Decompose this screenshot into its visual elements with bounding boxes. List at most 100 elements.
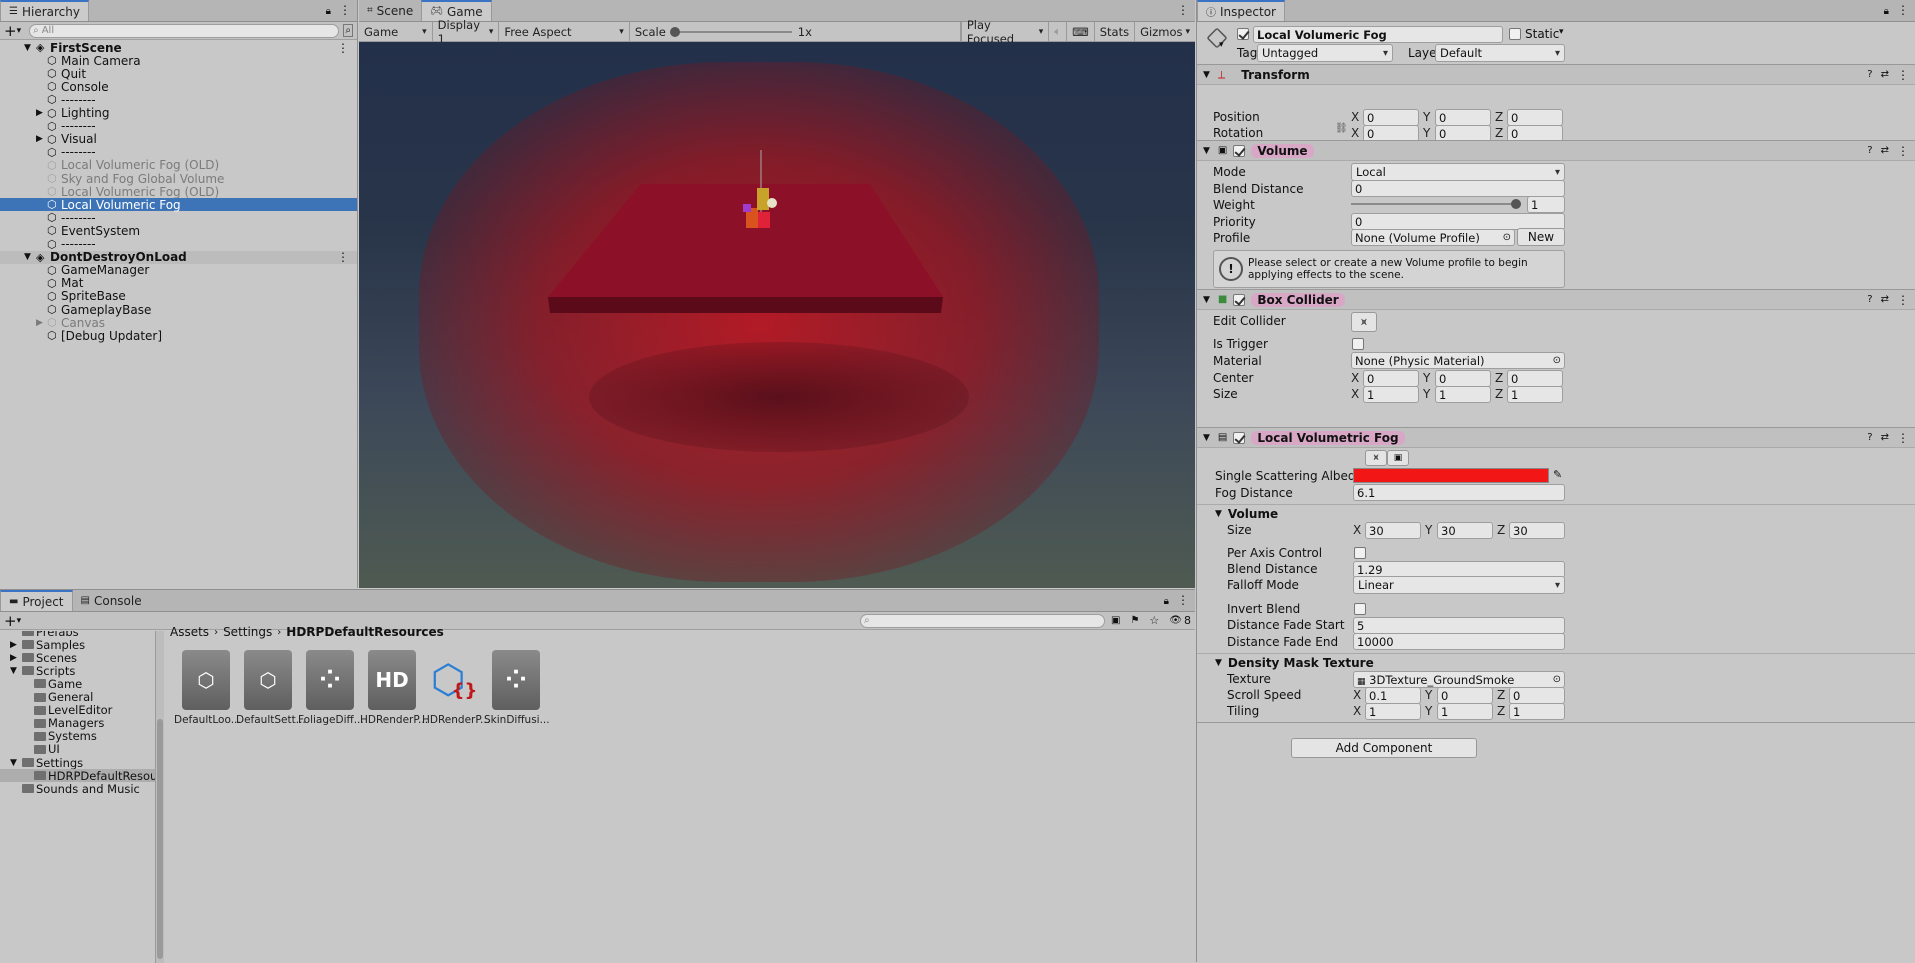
add-icon[interactable]: + (4, 23, 17, 38)
fog-size-x-field[interactable]: 30 (1365, 522, 1421, 539)
center-y-field[interactable]: 0 (1435, 370, 1491, 387)
presets-icon[interactable]: ⇄ (1881, 432, 1889, 443)
project-search-input[interactable]: ⌕ (860, 613, 1105, 628)
weight-slider[interactable] (1351, 198, 1521, 210)
tiling-z-field[interactable]: 1 (1509, 703, 1565, 720)
fog-header[interactable]: ▼ ▤ Local Volumetric Fog ? ⇄ ⋮ (1197, 427, 1915, 448)
object-name-field[interactable]: Local Volumeric Fog (1253, 26, 1503, 43)
edit-collider-button[interactable]: ⩙ (1351, 312, 1377, 332)
position-z-field[interactable]: 0 (1507, 109, 1563, 126)
hierarchy-item[interactable]: ▶ ⬡ Canvas (0, 316, 357, 330)
size-z-field[interactable]: 1 (1507, 386, 1563, 403)
asset-item[interactable]: HD HDRenderP... (360, 650, 428, 726)
asset-item[interactable]: ⬡ DefaultSett... (236, 650, 306, 726)
foldout-open-icon[interactable]: ▼ (24, 43, 31, 53)
foldout-arrow-icon[interactable]: ▼ (1203, 146, 1210, 156)
albedo-color-field[interactable] (1353, 468, 1549, 483)
foldout-closed-icon[interactable]: ▶ (36, 134, 43, 144)
hierarchy-item[interactable]: ⬡ Quit (0, 67, 357, 81)
project-folder-item[interactable]: Game (0, 677, 155, 691)
tab-project[interactable]: ▬ Project (0, 590, 73, 611)
stats-button[interactable]: Stats (1095, 21, 1136, 42)
tiling-x-field[interactable]: 1 (1365, 703, 1421, 720)
fog-edit-blend-button[interactable]: ▣ (1387, 450, 1409, 466)
project-folder-item[interactable]: ▼ Settings (0, 756, 155, 770)
fog-enabled-checkbox[interactable] (1233, 431, 1246, 444)
component-menu-icon[interactable]: ⋮ (1897, 144, 1909, 158)
hierarchy-item[interactable]: ⬡ SpriteBase (0, 289, 357, 303)
volume-section-header[interactable]: ▼ Volume (1197, 504, 1915, 523)
scene-row[interactable]: ▼ ◈ DontDestroyOnLoad ⋮ (0, 250, 357, 264)
foldout-closed-icon[interactable]: ▶ (10, 653, 17, 663)
asset-item[interactable]: ⬡{} HDRenderP... (422, 650, 490, 726)
chevron-down-icon[interactable]: ▾ (1219, 40, 1224, 50)
mode-dropdown[interactable]: Local (1351, 163, 1565, 181)
presets-icon[interactable]: ⇄ (1881, 145, 1889, 156)
hierarchy-item[interactable]: ⬡ -------- (0, 93, 357, 107)
hierarchy-item[interactable]: ⬡ Mat (0, 276, 357, 290)
scroll-speed-z-field[interactable]: 0 (1509, 687, 1565, 704)
search-by-type-icon[interactable]: ▣ (1111, 615, 1120, 626)
box-collider-header[interactable]: ▼ ■ Box Collider ? ⇄ ⋮ (1197, 289, 1915, 310)
foldout-open-icon[interactable]: ▼ (10, 666, 17, 676)
scene-row[interactable]: ▼ ◈ FirstScene ⋮ (0, 41, 357, 55)
foldout-arrow-icon[interactable]: ▼ (1203, 295, 1210, 305)
center-z-field[interactable]: 0 (1507, 370, 1563, 387)
more-menu-icon[interactable]: ⋮ (339, 3, 351, 17)
density-mask-section-header[interactable]: ▼ Density Mask Texture (1197, 653, 1915, 672)
project-folder-item[interactable]: Managers (0, 716, 155, 730)
object-picker-icon[interactable]: ⊙ (1503, 232, 1511, 243)
volume-enabled-checkbox[interactable] (1233, 144, 1246, 157)
hierarchy-item[interactable]: ⬡ Sky and Fog Global Volume (0, 172, 357, 186)
aspect-dropdown[interactable]: Free Aspect ▾ (499, 21, 630, 42)
project-folder-item[interactable]: UI (0, 742, 155, 756)
fade-start-field[interactable]: 5 (1353, 617, 1565, 634)
fog-edit-bounds-button[interactable]: ⩙ (1365, 450, 1387, 466)
breadcrumb-current[interactable]: HDRPDefaultResources (286, 625, 443, 639)
is-trigger-checkbox[interactable] (1352, 338, 1364, 350)
hierarchy-item[interactable]: ⬡ GameplayBase (0, 303, 357, 317)
weight-field[interactable]: 1 (1527, 196, 1565, 213)
fade-end-field[interactable]: 10000 (1353, 633, 1565, 650)
mute-audio-button[interactable]: 🔈︎ (1049, 21, 1068, 42)
hierarchy-item[interactable]: ⬡ Main Camera (0, 54, 357, 68)
more-menu-icon[interactable]: ⋮ (1177, 3, 1189, 17)
foldout-arrow-icon[interactable]: ▼ (1203, 433, 1210, 443)
favorite-star-icon[interactable]: ☆ (1149, 614, 1159, 627)
transform-header[interactable]: ▼ ⟂ Transform ? ⇄ ⋮ (1197, 64, 1915, 85)
component-menu-icon[interactable]: ⋮ (1897, 293, 1909, 307)
profile-field[interactable]: None (Volume Profile) ⊙ (1351, 229, 1515, 246)
presets-icon[interactable]: ⇄ (1881, 69, 1889, 80)
project-tree-scrollbar[interactable] (156, 631, 164, 963)
component-menu-icon[interactable]: ⋮ (1897, 431, 1909, 445)
fog-distance-field[interactable]: 6.1 (1353, 484, 1565, 501)
layer-dropdown[interactable]: Default (1435, 44, 1565, 62)
scroll-speed-y-field[interactable]: 0 (1437, 687, 1493, 704)
object-picker-icon[interactable]: ⊙ (1553, 674, 1561, 685)
material-field[interactable]: None (Physic Material) ⊙ (1351, 352, 1565, 369)
tab-hierarchy[interactable]: ☰ Hierarchy (0, 0, 89, 21)
hierarchy-item[interactable]: ⬡ -------- (0, 237, 357, 251)
object-picker-icon[interactable]: ⊙ (1553, 355, 1561, 366)
project-folder-item[interactable]: ▼ Scripts (0, 664, 155, 678)
hierarchy-item[interactable]: ⬡ GameManager (0, 263, 357, 277)
foldout-open-icon[interactable]: ▼ (10, 758, 17, 768)
per-axis-checkbox[interactable] (1354, 547, 1366, 559)
help-icon[interactable]: ? (1867, 294, 1872, 305)
size-y-field[interactable]: 1 (1435, 386, 1491, 403)
hierarchy-item[interactable]: ▶ ⬡ Visual (0, 132, 357, 146)
hierarchy-search-input[interactable]: ⌕ All (29, 23, 340, 38)
project-folder-item[interactable]: Systems (0, 729, 155, 743)
project-folder-item[interactable]: ▶ Samples (0, 638, 155, 652)
falloff-dropdown[interactable]: Linear (1353, 576, 1565, 594)
hidden-packages-icon[interactable]: 👁︎ (1169, 615, 1182, 626)
display-mode-dropdown[interactable]: Game ▾ (359, 21, 433, 42)
tab-console[interactable]: ▤ Console (73, 590, 150, 611)
lock-icon[interactable]: 🔒︎ (1164, 596, 1169, 607)
size-x-field[interactable]: 1 (1363, 386, 1419, 403)
game-viewport[interactable] (359, 42, 1195, 588)
gizmos-button[interactable]: Gizmos ▾ (1135, 22, 1195, 42)
foldout-open-icon[interactable]: ▼ (24, 252, 31, 262)
breadcrumb-assets[interactable]: Assets (170, 625, 209, 639)
hierarchy-item[interactable]: ⬡ -------- (0, 145, 357, 159)
